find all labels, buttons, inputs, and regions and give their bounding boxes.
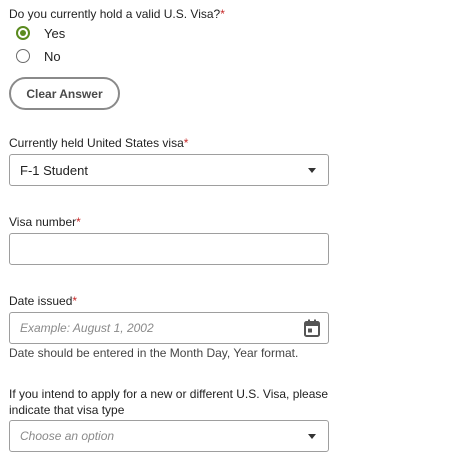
intended-visa-label: If you intend to apply for a new or diff… <box>9 386 328 418</box>
intended-visa-label-line2: indicate that visa type <box>9 403 125 417</box>
chevron-down-icon <box>308 167 316 173</box>
date-issued-input[interactable]: Example: August 1, 2002 <box>9 312 329 344</box>
current-visa-text: Currently held United States visa <box>9 136 184 150</box>
visa-question-label: Do you currently hold a valid U.S. Visa?… <box>9 7 225 21</box>
current-visa-select[interactable]: F-1 Student <box>9 154 329 186</box>
date-issued-text: Date issued <box>9 294 73 308</box>
required-marker: * <box>76 215 81 229</box>
required-marker: * <box>72 294 78 308</box>
radio-option-yes[interactable]: Yes <box>16 24 65 42</box>
intended-visa-placeholder: Choose an option <box>20 429 115 443</box>
radio-yes-label: Yes <box>44 25 66 41</box>
chevron-down-icon <box>308 433 316 439</box>
radio-yes-selected-icon[interactable] <box>16 26 30 40</box>
visa-number-text: Visa number <box>9 215 77 229</box>
calendar-icon[interactable] <box>304 319 320 337</box>
visa-question-text: Do you currently hold a valid U.S. Visa? <box>9 7 221 21</box>
required-marker: * <box>183 136 189 150</box>
visa-number-input[interactable] <box>9 233 329 265</box>
date-issued-label: Date issued* <box>9 294 77 308</box>
clear-answer-button[interactable]: Clear Answer <box>9 77 120 110</box>
radio-no-icon[interactable] <box>16 49 30 63</box>
required-marker: * <box>220 7 225 21</box>
radio-no-label: No <box>44 48 61 64</box>
intended-visa-select[interactable]: Choose an option <box>9 420 329 452</box>
date-format-helper: Date should be entered in the Month Day,… <box>9 346 299 360</box>
intended-visa-label-line1: If you intend to apply for a new or diff… <box>9 387 329 401</box>
radio-option-no[interactable]: No <box>16 47 61 65</box>
current-visa-label: Currently held United States visa* <box>9 136 188 150</box>
visa-number-label: Visa number* <box>9 215 81 229</box>
current-visa-value: F-1 Student <box>20 162 88 178</box>
date-issued-placeholder: Example: August 1, 2002 <box>20 321 154 335</box>
